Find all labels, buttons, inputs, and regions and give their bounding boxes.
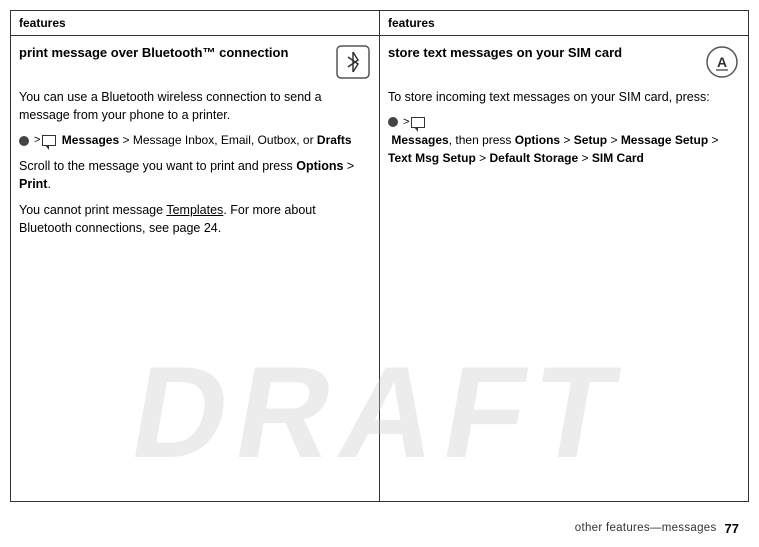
nav-instruction-line: > Messages > Message Inbox, Email, Outbo… — [19, 132, 371, 149]
left-para-1: You can use a Bluetooth wireless connect… — [19, 88, 371, 124]
page-footer: other features—messages 77 — [0, 509, 759, 547]
content-area: features print message over Bluetooth™ c… — [10, 10, 749, 502]
left-para-2: Scroll to the message you want to print … — [19, 157, 371, 193]
phone-dot-icon — [19, 136, 29, 146]
right-intro: To store incoming text messages on your … — [388, 88, 740, 106]
right-nav-text: Messages, then press Options > Setup > M… — [388, 131, 740, 167]
right-column-header: features — [380, 11, 748, 36]
page-number: 77 — [725, 521, 739, 536]
left-column-header: features — [11, 11, 379, 36]
right-arrow-1: > — [403, 114, 409, 131]
right-phone-dot-icon — [388, 117, 398, 127]
nav-text: Messages > Message Inbox, Email, Outbox,… — [58, 132, 351, 149]
bluetooth-icon — [335, 44, 371, 80]
left-title-text: print message over Bluetooth™ connection — [19, 44, 335, 63]
left-title-row: print message over Bluetooth™ connection — [19, 44, 371, 80]
footer-text: other features—messages — [575, 522, 717, 534]
messages-icon — [42, 135, 56, 146]
page-container: DRAFT features print message over Blueto… — [0, 0, 759, 547]
right-column-body: store text messages on your SIM card A T… — [380, 36, 748, 183]
right-title-text: store text messages on your SIM card — [388, 44, 704, 63]
sim-icon: A — [704, 44, 740, 80]
arrow-1: > — [34, 133, 40, 148]
right-messages-icon — [411, 117, 425, 128]
right-title-row: store text messages on your SIM card A — [388, 44, 740, 80]
right-nav-line: > Messages, then press Options > Setup >… — [388, 114, 740, 167]
left-para-3: You cannot print message Templates. For … — [19, 201, 371, 237]
right-column: features store text messages on your SIM… — [380, 11, 748, 501]
svg-text:A: A — [717, 54, 727, 70]
left-column: features print message over Bluetooth™ c… — [11, 11, 380, 501]
left-column-body: print message over Bluetooth™ connection… — [11, 36, 379, 254]
